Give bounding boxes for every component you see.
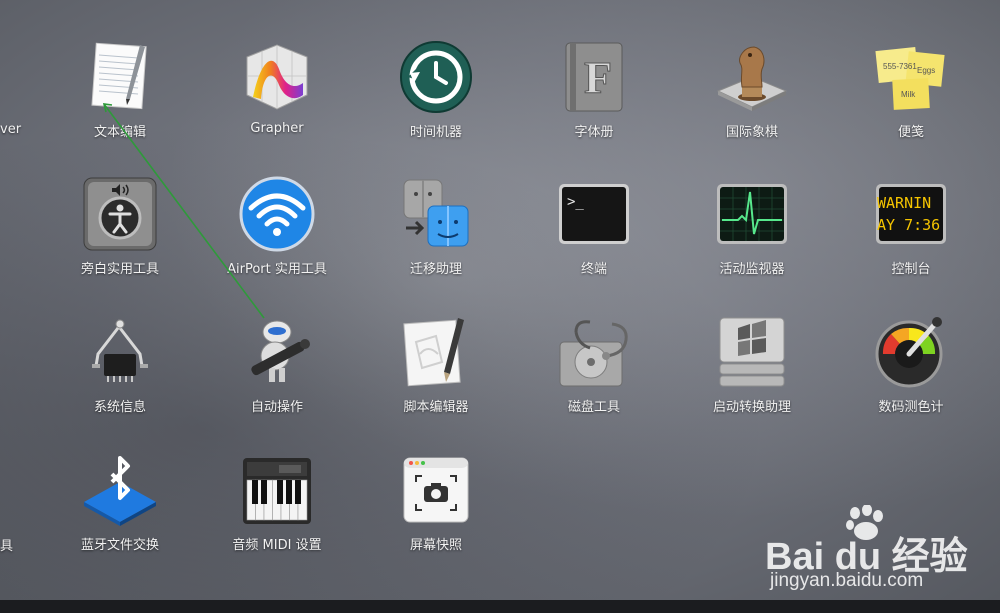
app-migration-assistant[interactable]: 迁移助理 [361, 172, 511, 302]
app-airport-utility[interactable]: AirPort 实用工具 [202, 172, 352, 302]
migration-assistant-icon [398, 176, 474, 252]
app-label: 终端 [580, 262, 607, 277]
bluetooth-icon [82, 452, 158, 528]
app-label: 迁移助理 [409, 262, 462, 277]
terminal-icon: >_ [556, 176, 632, 252]
console-text-line1: WARNIN [877, 194, 931, 212]
app-disk-utility[interactable]: 磁盘工具 [519, 310, 669, 440]
textedit-icon [82, 39, 158, 115]
app-label: Grapher [250, 121, 304, 136]
font-book-letter: F [584, 52, 612, 103]
disk-utility-icon [556, 314, 632, 390]
app-label: 自动操作 [250, 400, 303, 415]
terminal-prompt: >_ [567, 194, 584, 210]
screenshot-camera-icon [398, 452, 474, 528]
app-label: 数码测色计 [878, 400, 944, 415]
app-textedit[interactable]: 文本编辑 [45, 35, 195, 165]
app-label: 时间机器 [409, 125, 462, 140]
stickies-note-text: Eggs [917, 66, 935, 75]
app-grapher[interactable]: Grapher [202, 35, 352, 165]
app-label: 旁白实用工具 [80, 262, 159, 277]
app-digital-color-meter[interactable]: 数码测色计 [836, 310, 986, 440]
grapher-icon [239, 39, 315, 115]
activity-monitor-icon [714, 176, 790, 252]
app-bluetooth-file-exchange[interactable]: 蓝牙文件交换 [45, 448, 195, 578]
time-machine-icon [398, 39, 474, 115]
system-information-icon [82, 314, 158, 390]
color-meter-icon [873, 314, 949, 390]
app-stickies[interactable]: 555-7361 Eggs Milk 便笺 [836, 35, 986, 165]
app-label: 音频 MIDI 设置 [232, 538, 322, 553]
stickies-note-text: Milk [901, 90, 916, 99]
app-script-editor[interactable]: 脚本编辑器 [361, 310, 511, 440]
app-label: 蓝牙文件交换 [80, 538, 159, 553]
app-activity-monitor[interactable]: 活动监视器 [677, 172, 827, 302]
app-audio-midi-setup[interactable]: 音频 MIDI 设置 [202, 448, 352, 578]
app-screenshot[interactable]: 屏幕快照 [361, 448, 511, 578]
voiceover-icon [82, 176, 158, 252]
script-editor-icon [398, 314, 474, 390]
app-label: 字体册 [574, 125, 614, 140]
stickies-icon: 555-7361 Eggs Milk [873, 39, 949, 115]
app-fontbook[interactable]: F 字体册 [519, 35, 669, 165]
chess-knight-icon [714, 39, 790, 115]
app-label: 系统信息 [93, 400, 146, 415]
app-timemachine[interactable]: 时间机器 [361, 35, 511, 165]
stickies-note-text: 555-7361 [883, 62, 917, 71]
boot-camp-icon [714, 314, 790, 390]
console-icon: WARNIN AY 7:36 [873, 176, 949, 252]
app-label: 屏幕快照 [409, 538, 462, 553]
app-automator[interactable]: 自动操作 [202, 310, 352, 440]
dock-edge [0, 600, 1000, 613]
baidu-watermark: Bai du 经验 jingyan.baidu.com [765, 505, 985, 595]
app-label: 脚本编辑器 [403, 400, 469, 415]
app-terminal[interactable]: >_ 终端 [519, 172, 669, 302]
partial-app-label: 具 [0, 539, 14, 554]
app-label: 便笺 [897, 125, 924, 140]
app-chess[interactable]: 国际象棋 [677, 35, 827, 165]
app-voiceover-utility[interactable]: 旁白实用工具 [45, 172, 195, 302]
font-book-icon: F [556, 39, 632, 115]
piano-keyboard-icon [239, 452, 315, 528]
app-boot-camp-assistant[interactable]: 启动转换助理 [677, 310, 827, 440]
app-console[interactable]: WARNIN AY 7:36 控制台 [836, 172, 986, 302]
app-label: AirPort 实用工具 [227, 262, 327, 277]
app-label: 国际象棋 [725, 125, 778, 140]
automator-robot-icon [239, 314, 315, 390]
app-label: 磁盘工具 [567, 400, 620, 415]
wifi-icon [239, 176, 315, 252]
app-label: 启动转换助理 [712, 400, 791, 415]
partial-app-label: ver [0, 122, 22, 137]
console-text-line2: AY 7:36 [877, 216, 940, 234]
app-label: 活动监视器 [719, 262, 785, 277]
app-label: 控制台 [891, 262, 931, 277]
app-label: 文本编辑 [93, 125, 146, 140]
app-system-information[interactable]: 系统信息 [45, 310, 195, 440]
watermark-url: jingyan.baidu.com [770, 570, 924, 591]
